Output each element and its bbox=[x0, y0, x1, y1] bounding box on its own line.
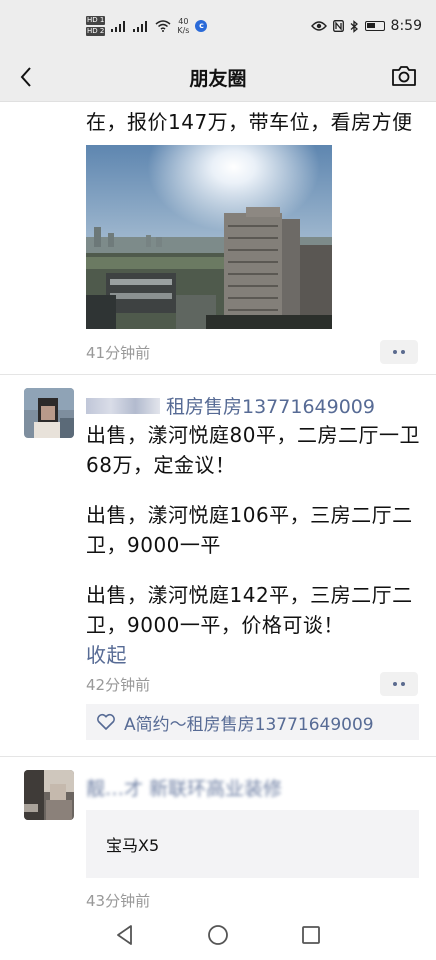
sim-indicators: HD 1 HD 2 bbox=[86, 16, 106, 36]
avatar-image bbox=[24, 770, 74, 820]
battery-icon bbox=[364, 21, 385, 31]
post-2-time: 42分钟前 bbox=[86, 676, 151, 694]
clock: 8:59 bbox=[390, 18, 422, 34]
post-2-author[interactable]: 租房售房13771649009 bbox=[166, 392, 375, 419]
net-speed-value: 40 bbox=[178, 17, 189, 26]
signal-1-icon bbox=[111, 20, 127, 32]
post-2-para-3: 出售，漾河悦庭142平，三房二厅二卫，9000一平，价格可谈！ bbox=[86, 583, 413, 637]
more-dot bbox=[401, 682, 405, 686]
post-3-link-card[interactable]: 宝马X5 bbox=[86, 810, 419, 878]
nav-back-button[interactable] bbox=[112, 922, 138, 948]
divider-1 bbox=[0, 374, 436, 375]
heart-icon bbox=[97, 713, 115, 730]
more-dots-icon bbox=[393, 350, 397, 354]
page-title: 朋友圈 bbox=[189, 68, 247, 90]
bluetooth-icon bbox=[350, 19, 358, 33]
post-2-author-row: 租房售房13771649009 bbox=[86, 392, 375, 419]
post-2-para-1: 出售，漾河悦庭80平，二房二厅一卫68万，定金议！ bbox=[86, 423, 420, 477]
post-2-more-button[interactable] bbox=[380, 672, 418, 696]
post-2-body: 出售，漾河悦庭80平，二房二厅一卫68万，定金议！ 出售，漾河悦庭106平，三房… bbox=[86, 420, 426, 670]
more-dot bbox=[401, 350, 405, 354]
avatar-image bbox=[24, 388, 74, 438]
post-1-text-tail: 在，报价147万，带车位，看房方便 bbox=[86, 110, 413, 134]
post-3-link-title: 宝马X5 bbox=[106, 836, 160, 855]
app-notification-icon: c bbox=[195, 20, 208, 32]
divider-2 bbox=[0, 756, 436, 757]
post-1-photo[interactable] bbox=[86, 145, 332, 329]
post-3-time: 43分钟前 bbox=[86, 892, 151, 910]
post-1-time: 41分钟前 bbox=[86, 344, 151, 362]
post-2-para-2: 出售，漾河悦庭106平，三房二厅二卫，9000一平 bbox=[86, 503, 413, 557]
wifi-icon bbox=[155, 20, 171, 32]
author-name-redacted bbox=[86, 397, 160, 414]
net-speed-unit: K/s bbox=[177, 26, 190, 35]
more-dots-icon bbox=[393, 682, 397, 686]
camera-icon bbox=[392, 66, 416, 86]
triangle-back-icon bbox=[117, 925, 132, 945]
system-nav-bar bbox=[0, 910, 436, 960]
post-1-more-button[interactable] bbox=[380, 340, 418, 364]
post-3-author[interactable]: 靓…才 新联环高业装修 bbox=[86, 774, 326, 801]
status-bar: HD 1 HD 2 40 K/s c 8:59 bbox=[0, 0, 436, 52]
post-3-avatar[interactable] bbox=[24, 770, 74, 820]
square-recent-icon bbox=[302, 926, 320, 944]
hd1-label: HD 1 bbox=[86, 16, 106, 25]
nfc-icon bbox=[332, 20, 344, 32]
moments-feed[interactable]: 在，报价147万，带车位，看房方便 41分钟前 租房售房13771649009 … bbox=[0, 102, 436, 910]
status-left: HD 1 HD 2 40 K/s c bbox=[86, 16, 208, 36]
city-photo-image bbox=[86, 145, 332, 329]
circle-home-icon bbox=[208, 925, 228, 945]
eye-icon bbox=[310, 21, 327, 31]
title-bar: 朋友圈 bbox=[0, 52, 436, 102]
post-2-likes-box: A简约～租房售房13771649009 bbox=[86, 704, 419, 740]
post-2-avatar[interactable] bbox=[24, 388, 74, 438]
nav-recent-button[interactable] bbox=[298, 922, 324, 948]
status-right: 8:59 bbox=[310, 18, 422, 34]
nav-home-button[interactable] bbox=[205, 922, 231, 948]
post-2-collapse-link[interactable]: 收起 bbox=[86, 640, 426, 670]
post-2-likes[interactable]: A简约～租房售房13771649009 bbox=[124, 710, 374, 735]
camera-button[interactable] bbox=[390, 64, 418, 90]
hd2-label: HD 2 bbox=[86, 27, 106, 36]
signal-2-icon bbox=[133, 20, 149, 32]
net-speed: 40 K/s bbox=[177, 17, 189, 35]
